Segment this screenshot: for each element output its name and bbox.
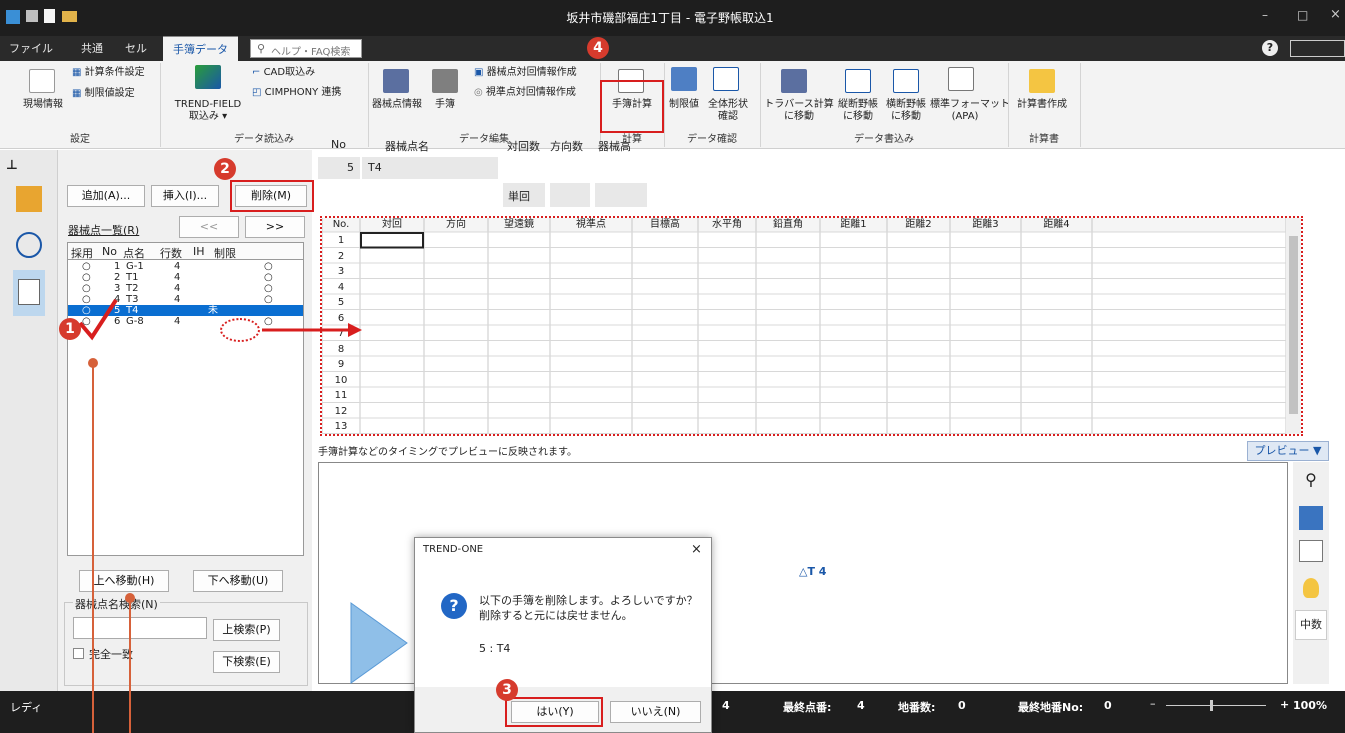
leader-dot-search [125, 593, 135, 603]
leader-dot-use [88, 358, 98, 368]
step-marker-4: 4 [587, 37, 609, 59]
arrow-head [348, 323, 362, 337]
step-marker-3: 3 [496, 679, 518, 701]
step-marker-2: 2 [214, 158, 236, 180]
annotation-arrows [78, 298, 362, 733]
step-marker-1: 1 [59, 318, 81, 340]
checkmark [78, 298, 118, 341]
